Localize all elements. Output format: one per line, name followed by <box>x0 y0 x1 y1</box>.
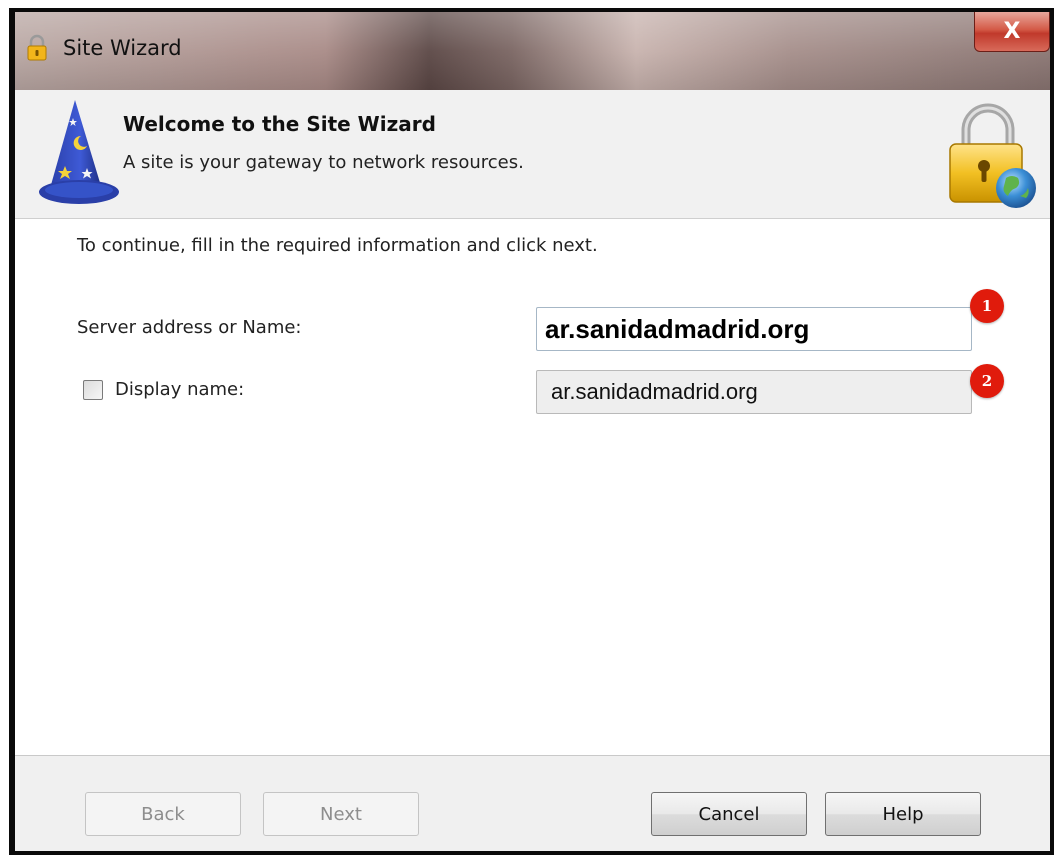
wizard-body: To continue, fill in the required inform… <box>15 219 1050 755</box>
server-address-label: Server address or Name: <box>77 317 302 338</box>
display-name-checkbox[interactable] <box>83 380 103 400</box>
annotation-marker-1: 1 <box>970 289 1004 323</box>
help-button[interactable]: Help <box>825 792 981 836</box>
header-title: Welcome to the Site Wizard <box>123 112 436 136</box>
wizard-hat-icon <box>39 100 119 204</box>
title-bar[interactable]: Site Wizard X <box>15 12 1050 90</box>
site-wizard-window: Site Wizard X Welcome to the Site Wizard… <box>9 8 1054 855</box>
display-name-label: Display name: <box>115 379 245 400</box>
padlock-globe-icon <box>949 103 1036 208</box>
screenshot-frame: Site Wizard X Welcome to the Site Wizard… <box>0 0 1054 855</box>
wizard-footer: Back Next Cancel Help <box>15 755 1050 851</box>
padlock-icon <box>27 34 47 61</box>
back-button[interactable]: Back <box>85 792 241 836</box>
cancel-button[interactable]: Cancel <box>651 792 807 836</box>
server-address-input[interactable] <box>536 307 972 351</box>
close-button[interactable]: X <box>974 12 1050 52</box>
instructions-text: To continue, fill in the required inform… <box>77 235 598 256</box>
wizard-header: Welcome to the Site Wizard A site is you… <box>15 90 1050 219</box>
header-subtitle: A site is your gateway to network resour… <box>123 152 524 173</box>
display-name-input[interactable] <box>536 370 972 414</box>
next-button[interactable]: Next <box>263 792 419 836</box>
window-title: Site Wizard <box>63 36 182 60</box>
annotation-marker-2: 2 <box>970 364 1004 398</box>
